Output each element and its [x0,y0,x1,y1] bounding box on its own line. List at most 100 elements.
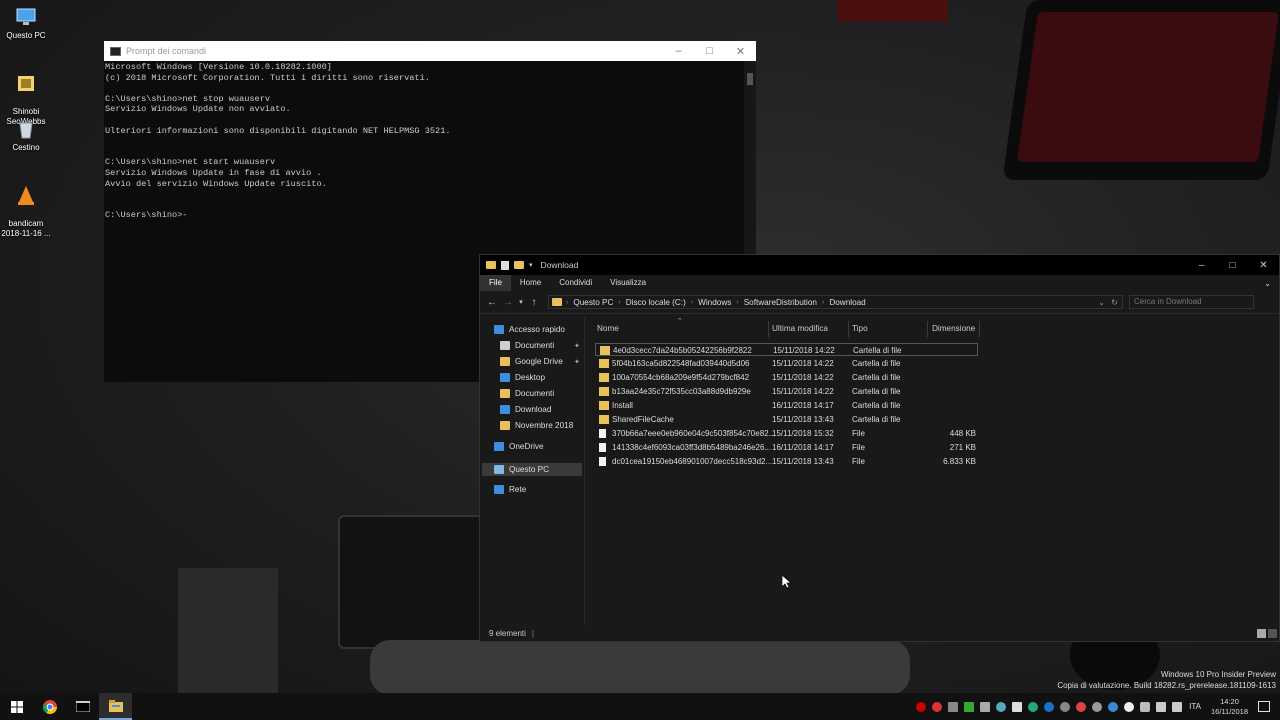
file-row[interactable]: 370b66a7eee0eb960e04c9c503f854c70e82... 1… [595,427,978,440]
nvidia-icon[interactable] [964,701,975,712]
scrollbar-thumb[interactable] [747,73,753,85]
explorer-window[interactable]: ▾ Download – □ ✕ File Home Condividi Vis… [479,254,1280,642]
breadcrumb-download[interactable]: Download [829,298,865,307]
tray-app-icon[interactable] [1028,701,1039,712]
close-button[interactable]: ✕ [725,45,756,58]
desktop-icon-questo-pc[interactable]: Questo PC [0,6,52,41]
back-arrow-icon[interactable]: ← [484,297,500,308]
file-list[interactable]: Nome ⌃ Ultima modifica Tipo Dimensione 4… [587,317,1279,625]
tab-condividi[interactable]: Condividi [550,275,601,291]
steam-icon[interactable] [1060,701,1071,712]
minimize-button[interactable]: – [1186,260,1217,271]
details-view-icon[interactable] [1257,628,1266,638]
language-indicator[interactable]: ITA [1189,702,1201,711]
address-bar[interactable]: › Questo PC › Disco locale (C:) › Window… [548,295,1123,309]
expand-ribbon-icon[interactable]: ⌄ [1264,279,1271,288]
sidebar-item-label: Documenti [515,341,555,350]
sidebar-item[interactable]: Download [500,405,551,414]
breadcrumb-softwaredistribution[interactable]: SoftwareDistribution [744,298,817,307]
breadcrumb-separator-icon[interactable]: › [691,299,693,306]
cmd-titlebar[interactable]: Prompt dei comandi – □ ✕ [104,41,756,61]
notebook-decoration [178,568,278,693]
pin-icon[interactable]: ✦ [574,358,580,366]
sidebar-item[interactable]: Documenti [500,389,554,398]
ethernet-icon[interactable] [1156,701,1167,712]
cmd-icon [110,46,121,56]
notification-icon[interactable] [1258,701,1270,712]
sidebar-item[interactable]: OneDrive [494,442,544,451]
file-row[interactable]: b13aa24e35c72f535cc03a88d9db929e 15/11/20… [595,385,978,398]
up-arrow-icon[interactable]: ↑ [526,297,542,308]
refresh-icon[interactable]: ↻ [1111,297,1118,307]
file-row[interactable]: SharedFileCache 15/11/2018 13:43 Cartella … [595,413,978,426]
column-tipo[interactable]: Tipo [852,324,868,333]
taskbar-file-explorer[interactable] [99,693,132,720]
skype-icon[interactable] [1044,701,1055,712]
tray-app-icon[interactable] [1108,701,1119,712]
tab-file[interactable]: File [480,275,511,291]
address-dropdown-icon[interactable]: ⌄ [1098,297,1105,307]
column-ultima-modifica[interactable]: Ultima modifica [772,324,828,333]
desktop-icon-bandicam[interactable]: bandicam 2018-11-16 ... [0,174,52,249]
tray-app-icon[interactable] [980,701,991,712]
google-drive-icon [500,357,510,366]
recent-chevron-icon[interactable]: ▾ [516,298,526,306]
tab-home[interactable]: Home [511,275,550,291]
tray-app-icon[interactable] [1012,701,1023,712]
explorer-titlebar[interactable]: ▾ Download – □ ✕ [480,255,1279,275]
sidebar-item[interactable]: Questo PC [482,463,582,476]
breadcrumb-separator-icon[interactable]: › [566,299,568,306]
breadcrumb-separator-icon[interactable]: › [618,299,620,306]
column-nome[interactable]: Nome [597,324,619,333]
taskbar-chrome[interactable] [33,693,66,720]
volume-icon[interactable] [1172,701,1183,712]
file-explorer-icon [108,699,123,712]
onedrive-icon[interactable] [1124,701,1135,712]
file-row[interactable]: 141338c4ef6093ca03ff3d8b5489ba246e26... 1… [595,441,978,454]
taskbar-cmd[interactable] [66,693,99,720]
file-name: SharedFileCache [612,415,674,424]
new-folder-icon[interactable] [514,261,524,269]
start-button[interactable] [0,693,33,720]
file-row[interactable]: 100a70554cb68a209e9f54d279bcf842 15/11/20… [595,371,978,384]
sidebar-item[interactable]: Rete [494,485,526,494]
tray-app-icon[interactable] [948,701,959,712]
file-row[interactable]: Install 16/11/2018 14:17 Cartella di file [595,399,978,412]
breadcrumb-disco-locale[interactable]: Disco locale (C:) [626,298,686,307]
file-date: 15/11/2018 14:22 [772,373,834,382]
bandicam-tray-icon[interactable] [932,701,943,712]
sidebar-item[interactable]: Accesso rapido [494,325,565,334]
minimize-button[interactable]: – [663,45,694,58]
network-activity-icon[interactable] [996,701,1007,712]
sidebar-item[interactable]: Documenti [500,341,554,350]
usb-icon[interactable] [1140,701,1151,712]
file-row[interactable]: dc01cea19150eb468901007decc518c93d2... 15… [595,455,978,468]
maximize-button[interactable]: □ [694,45,725,58]
file-type: Cartella di file [852,415,901,424]
breadcrumb-separator-icon[interactable]: › [822,299,824,306]
chrome-tray-icon[interactable] [1076,701,1087,712]
record-icon[interactable] [916,701,927,712]
file-row[interactable]: 4e0d3cecc7da24b5b05242256b9f2822 15/11/20… [595,343,978,356]
sidebar-item[interactable]: Novembre 2018 [500,421,573,430]
breadcrumb-questo-pc[interactable]: Questo PC [573,298,613,307]
column-dimensione[interactable]: Dimensione [932,324,975,333]
close-button[interactable]: ✕ [1248,260,1279,271]
pin-icon[interactable]: ✦ [574,342,580,350]
tray-app-icon[interactable] [1092,701,1103,712]
search-input[interactable]: Cerca in Download [1129,295,1254,309]
sidebar-item[interactable]: Desktop [500,373,545,382]
breadcrumb-windows[interactable]: Windows [698,298,731,307]
sidebar-item[interactable]: Google Drive [500,357,563,366]
tab-visualizza[interactable]: Visualizza [601,275,655,291]
chevron-down-icon[interactable]: ▾ [529,261,533,269]
large-icons-view-icon[interactable] [1268,628,1277,638]
forward-arrow-icon[interactable]: → [500,297,516,308]
file-row[interactable]: 5f04b163ca5d822548fad039440d5d06 15/11/20… [595,357,978,370]
status-bar: 9 elementi | [480,625,1279,641]
clock[interactable]: 14:20 16/11/2018 [1211,697,1248,717]
maximize-button[interactable]: □ [1217,260,1248,271]
desktop-icon-cestino[interactable]: Cestino [0,118,52,153]
properties-icon[interactable] [501,260,509,270]
breadcrumb-separator-icon[interactable]: › [736,299,738,306]
